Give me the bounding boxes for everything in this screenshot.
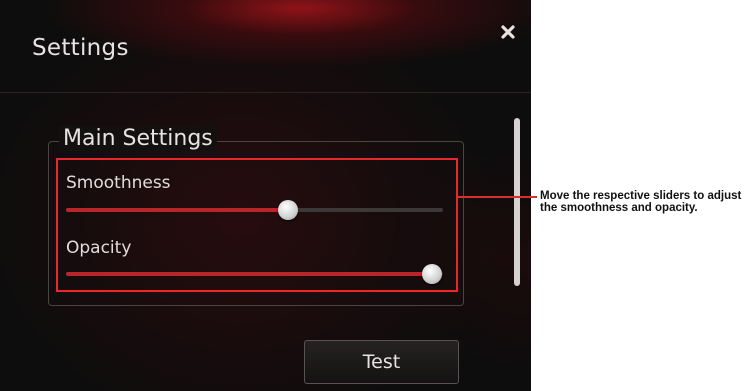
group-title: Main Settings bbox=[59, 126, 217, 151]
opacity-slider[interactable] bbox=[66, 264, 443, 284]
opacity-fill bbox=[66, 272, 432, 276]
panel-title: Settings bbox=[32, 35, 129, 61]
settings-panel: Settings Main Settings Smoothness Opacit… bbox=[0, 0, 531, 391]
smoothness-fill bbox=[66, 208, 289, 212]
opacity-label: Opacity bbox=[66, 238, 132, 258]
panel-header: Settings bbox=[0, 0, 531, 93]
close-icon bbox=[501, 25, 515, 39]
scrollbar[interactable] bbox=[514, 118, 520, 286]
close-button[interactable] bbox=[497, 21, 519, 43]
smoothness-slider[interactable] bbox=[66, 200, 443, 220]
callout-text: Move the respective sliders to adjust th… bbox=[540, 190, 742, 214]
callout-line bbox=[458, 196, 537, 198]
smoothness-label: Smoothness bbox=[66, 173, 171, 193]
opacity-thumb[interactable] bbox=[421, 264, 442, 284]
test-button[interactable]: Test bbox=[304, 340, 459, 384]
